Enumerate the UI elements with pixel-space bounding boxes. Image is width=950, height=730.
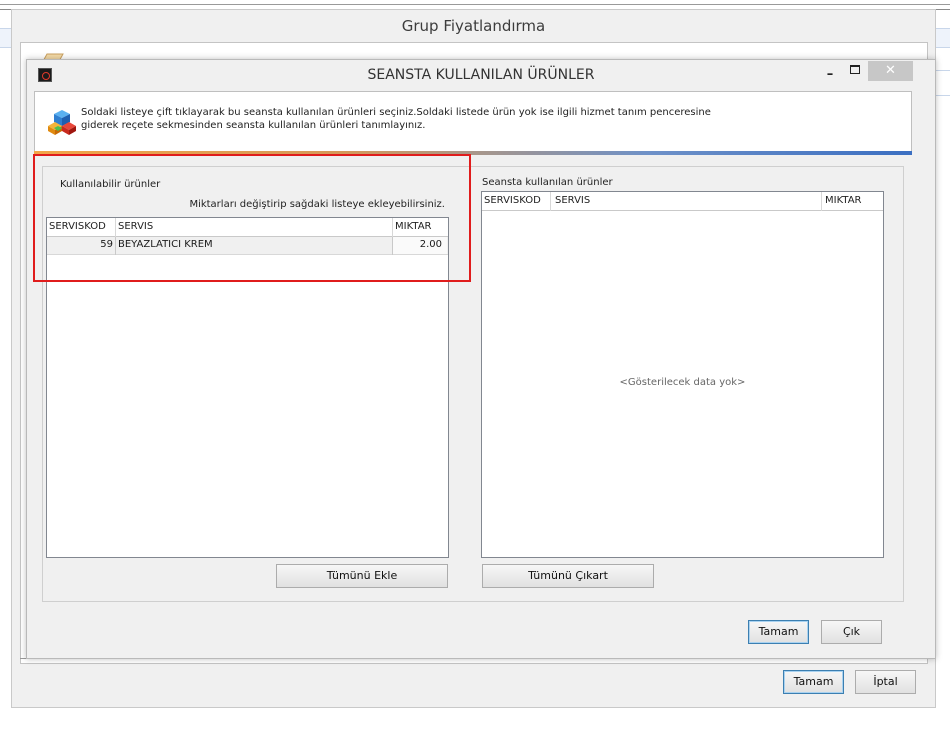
info-line-2: giderek reçete sekmesinden seansta kulla… <box>81 120 426 131</box>
dialog-ok-button[interactable]: Tamam <box>748 620 809 644</box>
column-header-serviskod[interactable]: SERVISKOD <box>484 195 541 206</box>
dialog-title: SEANSTA KULLANILAN ÜRÜNLER <box>367 67 595 83</box>
maximize-icon[interactable] <box>850 65 860 74</box>
background-app-right-bar-lower <box>934 70 950 96</box>
close-icon[interactable]: ✕ <box>868 61 913 81</box>
used-products-label: Seansta kullanılan ürünler <box>482 177 613 188</box>
group-pricing-title: Grup Fiyatlandırma <box>401 17 546 35</box>
add-all-button[interactable]: Tümünü Ekle <box>276 564 448 588</box>
minimize-icon[interactable]: – <box>822 60 838 90</box>
session-products-dialog: SEANSTA KULLANILAN ÜRÜNLER – ✕ Soldaki l… <box>26 59 936 659</box>
background-app-right-bar <box>934 28 950 48</box>
used-grid-header: SERVISKOD SERVIS MIKTAR <box>482 192 883 211</box>
info-line-1: Soldaki listeye çift tıklayarak bu seans… <box>81 107 711 118</box>
outer-ok-button[interactable]: Tamam <box>783 670 844 694</box>
outer-cancel-button[interactable]: İptal <box>855 670 916 694</box>
cubes-icon <box>48 110 76 135</box>
dialog-title-bar: SEANSTA KULLANILAN ÜRÜNLER – ✕ <box>27 60 935 90</box>
empty-data-message: <Gösterilecek data yok> <box>619 377 746 388</box>
column-header-servis[interactable]: SERVIS <box>555 195 590 206</box>
info-text: Soldaki listeye çift tıklayarak bu seans… <box>81 106 781 132</box>
highlight-annotation-box <box>33 154 471 282</box>
used-products-grid[interactable]: SERVISKOD SERVIS MIKTAR <Gösterilecek da… <box>481 191 884 558</box>
remove-all-button[interactable]: Tümünü Çıkart <box>482 564 654 588</box>
app-logo-icon <box>38 68 52 82</box>
column-header-miktar[interactable]: MIKTAR <box>825 195 861 206</box>
info-panel: Soldaki listeye çift tıklayarak bu seans… <box>34 91 912 153</box>
dialog-exit-button[interactable]: Çık <box>821 620 882 644</box>
